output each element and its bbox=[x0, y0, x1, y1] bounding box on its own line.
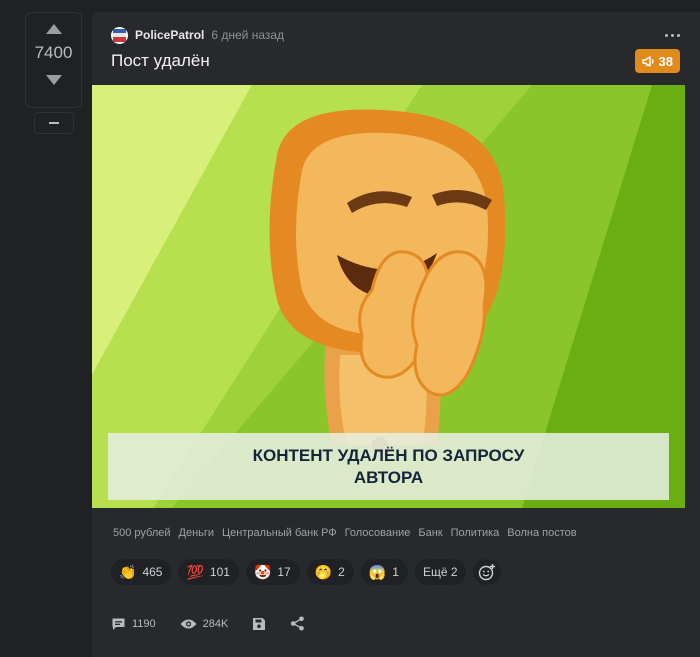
post-time: 6 дней назад bbox=[211, 28, 285, 42]
hundred-icon: 💯 bbox=[186, 564, 204, 580]
clap-icon: 👏 bbox=[119, 564, 137, 580]
tag-link[interactable]: Деньги bbox=[179, 527, 215, 539]
add-reaction-button[interactable] bbox=[472, 559, 501, 585]
tag-link[interactable]: Банк bbox=[418, 527, 442, 539]
downvote-arrow-icon[interactable] bbox=[45, 75, 62, 85]
clown-icon: 🤡 bbox=[253, 564, 272, 580]
add-emoji-icon bbox=[478, 564, 495, 581]
share-button[interactable] bbox=[290, 616, 305, 631]
tag-link[interactable]: Волна постов bbox=[507, 527, 576, 539]
avatar[interactable] bbox=[111, 26, 128, 44]
post-image[interactable]: КОНТЕНТ УДАЛЁН ПО ЗАПРОСУ АВТОРА bbox=[92, 85, 685, 508]
vote-panel: 7400 bbox=[25, 12, 82, 108]
tag-link[interactable]: 500 рублей bbox=[113, 527, 171, 539]
megaphone-icon bbox=[641, 55, 654, 67]
upvote-arrow-icon[interactable] bbox=[45, 24, 62, 34]
more-options-icon[interactable] bbox=[665, 30, 680, 41]
author-link[interactable]: PolicePatrol bbox=[135, 28, 204, 42]
save-icon bbox=[253, 617, 266, 630]
comments-count: 1190 bbox=[132, 617, 156, 630]
reaction-count: 465 bbox=[142, 565, 163, 579]
reaction-hundred-button[interactable]: 💯 101 bbox=[178, 559, 239, 585]
comments-button[interactable]: 1190 bbox=[111, 617, 156, 631]
promo-badge[interactable]: 38 bbox=[634, 49, 680, 73]
post-title[interactable]: Пост удалён bbox=[111, 50, 210, 72]
reaction-count: 2 bbox=[338, 565, 345, 579]
minus-button[interactable] bbox=[34, 112, 74, 134]
reaction-count: 101 bbox=[209, 565, 230, 579]
badge-count: 38 bbox=[658, 53, 673, 69]
tag-list: 500 рублей Деньги Центральный банк РФ Го… bbox=[113, 527, 577, 539]
image-caption: КОНТЕНТ УДАЛЁН ПО ЗАПРОСУ АВТОРА bbox=[252, 445, 525, 487]
more-reactions-button[interactable]: Ещё 2 bbox=[414, 559, 466, 585]
reaction-scream-button[interactable]: 😱 1 bbox=[360, 559, 408, 585]
tag-link[interactable]: Центральный банк РФ bbox=[222, 527, 337, 539]
views-counter: 284K bbox=[180, 617, 229, 630]
tag-link[interactable]: Политика bbox=[451, 527, 500, 539]
reactions-bar: 👏 465 💯 101 🤡 17 🤭 2 😱 1 Ещё 2 bbox=[111, 559, 501, 585]
post-footer: 1190 284K bbox=[111, 616, 329, 631]
share-icon bbox=[291, 616, 305, 631]
scream-icon: 😱 bbox=[368, 564, 387, 580]
post-header: PolicePatrol 6 дней назад bbox=[111, 24, 680, 46]
reaction-count: 17 bbox=[277, 565, 291, 579]
reaction-count: 1 bbox=[392, 565, 399, 579]
reaction-clap-button[interactable]: 👏 465 bbox=[111, 559, 172, 585]
user-badge-icon bbox=[113, 28, 126, 42]
minus-icon bbox=[49, 122, 59, 124]
views-count: 284K bbox=[202, 617, 229, 630]
comment-icon bbox=[112, 618, 125, 630]
vote-count: 7400 bbox=[34, 43, 73, 62]
reaction-giggle-button[interactable]: 🤭 2 bbox=[306, 559, 354, 585]
post-card: PolicePatrol 6 дней назад Пост удалён 38 bbox=[92, 12, 700, 657]
reaction-clown-button[interactable]: 🤡 17 bbox=[245, 559, 300, 585]
giggle-icon: 🤭 bbox=[314, 564, 333, 580]
tag-link[interactable]: Голосование bbox=[345, 527, 411, 539]
save-button[interactable] bbox=[252, 617, 266, 631]
eye-icon bbox=[180, 619, 197, 628]
image-caption-box: КОНТЕНТ УДАЛЁН ПО ЗАПРОСУ АВТОРА bbox=[108, 433, 669, 500]
